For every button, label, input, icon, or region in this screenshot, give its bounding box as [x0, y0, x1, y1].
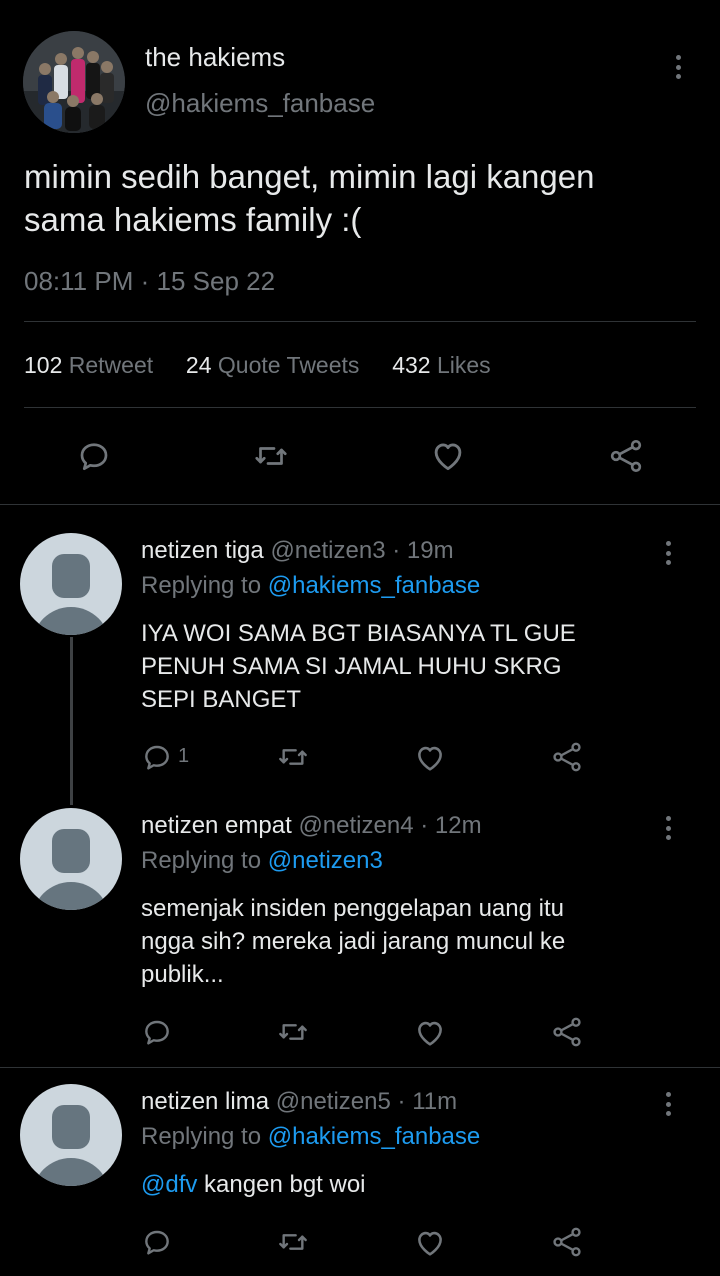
default-avatar-icon[interactable] — [20, 533, 122, 635]
timestamp-separator: · — [140, 266, 150, 296]
default-avatar-icon[interactable] — [20, 808, 122, 910]
reply-tweet[interactable]: netizen empat @netizen4 · 12m Replying t… — [0, 805, 720, 1067]
tweet-text: mimin sedih banget, mimin lagi kangen sa… — [24, 155, 594, 241]
reply-text: @dfv kangen bgt woi — [141, 1168, 366, 1201]
more-options-icon[interactable] — [656, 538, 680, 568]
retweet-icon[interactable] — [252, 438, 290, 474]
user-handle[interactable]: @hakiems_fanbase — [145, 88, 375, 119]
retweet-count: 102 — [24, 352, 63, 378]
reply-bubble-icon[interactable] — [141, 1226, 173, 1258]
reply-text-line: semenjak insiden penggelapan uang itu — [141, 895, 564, 922]
reply-author-handle[interactable]: @netizen5 — [276, 1088, 391, 1115]
retweet-label: Retweet — [68, 352, 154, 378]
reply-age: 12m — [434, 812, 482, 839]
reply-text-line: publik... — [141, 961, 224, 988]
reply-author-name[interactable]: netizen lima — [141, 1088, 269, 1115]
reply-text: IYA WOI SAMA BGT BIASANYA TL GUE PENUH S… — [141, 617, 576, 716]
reply-text-line: IYA WOI SAMA BGT BIASANYA TL GUE — [141, 620, 576, 647]
replying-to-label: Replying to — [141, 847, 262, 874]
divider — [24, 407, 696, 408]
reply-author-handle[interactable]: @netizen3 — [270, 537, 385, 564]
reply-author-handle[interactable]: @netizen4 — [298, 812, 413, 839]
heart-icon[interactable] — [429, 437, 467, 475]
likes-label: Likes — [436, 352, 491, 378]
more-options-icon[interactable] — [666, 52, 690, 82]
more-options-icon[interactable] — [656, 813, 680, 843]
tweet-stats: 102 Retweet 24 Quote Tweets 432 Likes — [24, 352, 491, 379]
retweet-icon[interactable] — [276, 1016, 310, 1048]
retweet-icon[interactable] — [276, 741, 310, 773]
tweet-date: 15 Sep 22 — [156, 266, 276, 296]
heart-icon[interactable] — [413, 1016, 447, 1050]
reply-header: netizen lima @netizen5 · 11m — [141, 1088, 457, 1116]
tweet-timestamp: 08:11 PM · 15 Sep 22 — [24, 266, 275, 297]
reply-author-name[interactable]: netizen empat — [141, 812, 292, 839]
replying-to-label: Replying to — [141, 572, 262, 599]
quote-label: Quote Tweets — [217, 352, 360, 378]
tweet-text-line: sama hakiems family :( — [24, 201, 362, 238]
default-avatar-icon[interactable] — [20, 1084, 122, 1186]
tweet-text-line: mimin sedih banget, mimin lagi kangen — [24, 158, 595, 195]
reply-age: 19m — [406, 537, 454, 564]
thread-line — [70, 637, 73, 805]
reply-text: semenjak insiden penggelapan uang itu ng… — [141, 892, 565, 991]
quote-count: 24 — [185, 352, 212, 378]
reply-bubble-icon[interactable] — [76, 438, 112, 474]
reply-text-line: PENUH SAMA SI JAMAL HUHU SKRG — [141, 653, 562, 680]
reply-header: netizen empat @netizen4 · 12m — [141, 812, 482, 840]
group-photo-icon — [23, 31, 125, 133]
share-icon[interactable] — [549, 739, 585, 775]
reply-tweet[interactable]: netizen lima @netizen5 · 11m Replying to… — [0, 1068, 720, 1276]
replying-to-handle[interactable]: @netizen3 — [268, 847, 383, 874]
reply-header: netizen tiga @netizen3 · 19m — [141, 537, 454, 565]
replying-to-handle[interactable]: @hakiems_fanbase — [268, 1123, 480, 1150]
share-icon[interactable] — [549, 1014, 585, 1050]
divider — [24, 321, 696, 322]
quote-stat[interactable]: 24 Quote Tweets — [186, 352, 366, 378]
heart-icon[interactable] — [413, 1226, 447, 1260]
more-options-icon[interactable] — [656, 1089, 680, 1119]
reply-text-body: kangen bgt woi — [197, 1171, 366, 1198]
reply-bubble-icon[interactable] — [141, 741, 173, 773]
share-icon[interactable] — [549, 1224, 585, 1260]
replying-to: Replying to @hakiems_fanbase — [141, 572, 480, 600]
likes-stat[interactable]: 432 Likes — [392, 352, 490, 378]
tweet-time: 08:11 PM — [24, 266, 134, 296]
likes-count: 432 — [392, 352, 431, 378]
reply-count: 1 — [178, 745, 190, 767]
main-tweet: the hakiems @hakiems_fanbase mimin sedih… — [0, 0, 720, 504]
reply-tweet[interactable]: netizen tiga @netizen3 · 19m Replying to… — [0, 505, 720, 805]
reply-text-line: ngga sih? mereka jadi jarang muncul ke — [141, 928, 566, 955]
mention-link[interactable]: @dfv — [141, 1171, 197, 1198]
replying-to-handle[interactable]: @hakiems_fanbase — [268, 572, 480, 599]
retweet-stat[interactable]: 102 Retweet — [24, 352, 160, 378]
reply-separator: · — [392, 537, 401, 564]
heart-icon[interactable] — [413, 741, 447, 775]
replying-to-label: Replying to — [141, 1123, 262, 1150]
replying-to: Replying to @netizen3 — [141, 847, 383, 875]
reply-separator: · — [397, 1088, 406, 1115]
reply-separator: · — [420, 812, 429, 839]
reply-author-name[interactable]: netizen tiga — [141, 537, 264, 564]
reply-text-line: SEPI BANGET — [141, 686, 302, 713]
display-name[interactable]: the hakiems — [145, 42, 285, 73]
replying-to: Replying to @hakiems_fanbase — [141, 1123, 480, 1151]
reply-bubble-icon[interactable] — [141, 1016, 173, 1048]
profile-avatar[interactable] — [23, 31, 125, 133]
share-icon[interactable] — [606, 436, 646, 476]
reply-age: 11m — [412, 1088, 458, 1115]
retweet-icon[interactable] — [276, 1226, 310, 1258]
